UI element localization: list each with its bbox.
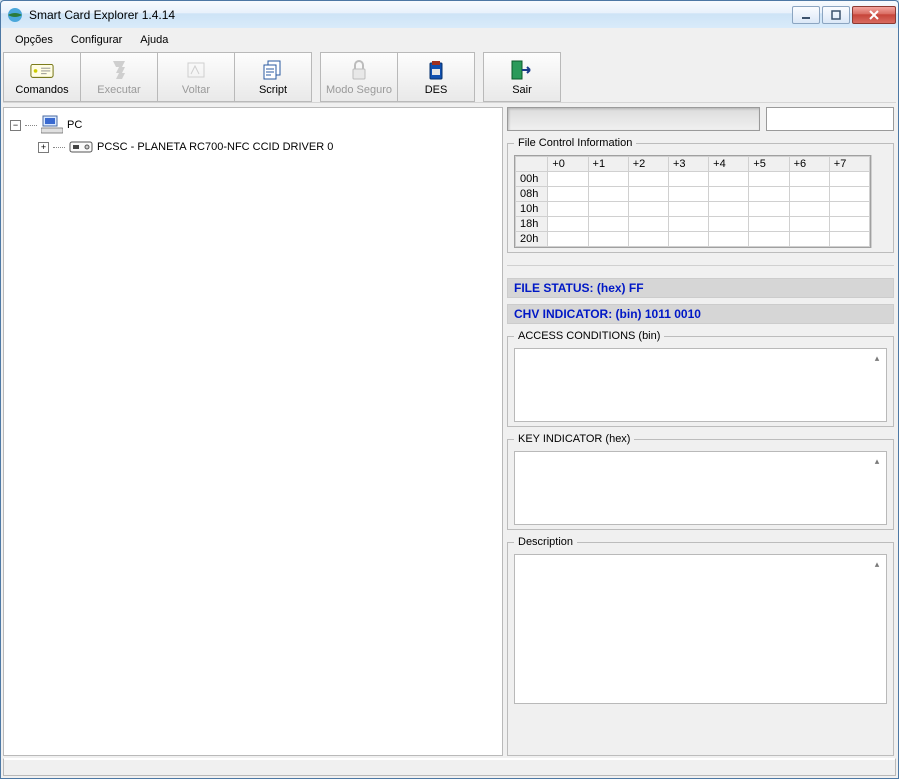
address-input[interactable] (766, 107, 894, 131)
fci-row: 08h (516, 187, 870, 202)
description-text[interactable]: ▴ (514, 554, 887, 704)
tree-root-label: PC (67, 119, 82, 131)
fci-h7: +6 (789, 157, 829, 172)
commands-icon (30, 58, 54, 82)
details-panel: File Control Information +0 +1 +2 +3 +4 (507, 107, 896, 756)
fci-h1: +0 (548, 157, 588, 172)
tree-panel[interactable]: − PC + PCSC - PLANETA RC700-NFC CCID DRI… (3, 107, 503, 756)
script-icon (261, 58, 285, 82)
fci-row: 18h (516, 217, 870, 232)
run-icon (107, 58, 131, 82)
toolbar-sair-label: Sair (512, 84, 532, 96)
key-indicator-text[interactable]: ▴ (514, 451, 887, 525)
fci-h8: +7 (829, 157, 869, 172)
fci-row: 00h (516, 172, 870, 187)
access-conditions-group: ACCESS CONDITIONS (bin) ▴ (507, 330, 894, 427)
fci-h0 (516, 157, 548, 172)
scroll-up-icon[interactable]: ▴ (870, 454, 884, 468)
toolbar-script[interactable]: Script (234, 52, 312, 102)
key-indicator-group: KEY INDICATOR (hex) ▴ (507, 433, 894, 530)
fci-row: 20h (516, 232, 870, 247)
tree-collapse-icon[interactable]: − (10, 120, 21, 131)
fci-legend: File Control Information (514, 137, 636, 149)
path-display (507, 107, 760, 131)
fci-h2: +1 (588, 157, 628, 172)
fci-scrollbar[interactable] (871, 155, 887, 248)
key-indicator-legend: KEY INDICATOR (hex) (514, 433, 634, 445)
toolbar-comandos-label: Comandos (15, 84, 68, 96)
scroll-up-icon[interactable]: ▴ (870, 351, 884, 365)
close-button[interactable] (852, 6, 896, 24)
access-conditions-legend: ACCESS CONDITIONS (bin) (514, 330, 664, 342)
fci-group: File Control Information +0 +1 +2 +3 +4 (507, 137, 894, 253)
toolbar-comandos[interactable]: Comandos (3, 52, 81, 102)
toolbar-script-label: Script (259, 84, 287, 96)
menu-options[interactable]: Opções (7, 32, 61, 48)
toolbar-executar[interactable]: Executar (80, 52, 158, 102)
fci-row: 10h (516, 202, 870, 217)
toolbar-executar-label: Executar (97, 84, 140, 96)
toolbar-seguro-label: Modo Seguro (326, 84, 392, 96)
toolbar-sair[interactable]: Sair (483, 52, 561, 102)
menu-bar: Opções Configurar Ajuda (3, 30, 896, 50)
window-title: Smart Card Explorer 1.4.14 (29, 8, 792, 22)
fci-h5: +4 (709, 157, 749, 172)
menu-configure[interactable]: Configurar (63, 32, 130, 48)
des-icon (424, 58, 448, 82)
window-body: Opções Configurar Ajuda Comandos Executa… (0, 28, 899, 779)
toolbar-des[interactable]: DES (397, 52, 475, 102)
secure-icon (347, 58, 371, 82)
fci-h4: +3 (668, 157, 708, 172)
toolbar-voltar-label: Voltar (182, 84, 210, 96)
file-status-bar: FILE STATUS: (hex) FF (507, 278, 894, 298)
status-bar (3, 758, 896, 776)
exit-icon (510, 58, 534, 82)
tree-root-row[interactable]: − PC (10, 114, 496, 136)
back-icon (184, 58, 208, 82)
maximize-button[interactable] (822, 6, 850, 24)
minimize-button[interactable] (792, 6, 820, 24)
scroll-up-icon[interactable]: ▴ (870, 557, 884, 571)
tree-child-label: PCSC - PLANETA RC700-NFC CCID DRIVER 0 (97, 141, 333, 153)
pc-icon (41, 114, 63, 137)
description-group: Description ▴ (507, 536, 894, 756)
toolbar: Comandos Executar Voltar Script (3, 52, 896, 102)
reader-icon (69, 137, 93, 158)
title-bar: Smart Card Explorer 1.4.14 (0, 0, 899, 28)
tree-child-row[interactable]: + PCSC - PLANETA RC700-NFC CCID DRIVER 0 (38, 136, 496, 158)
menu-help[interactable]: Ajuda (132, 32, 176, 48)
tree-expand-icon[interactable]: + (38, 142, 49, 153)
toolbar-des-label: DES (425, 84, 448, 96)
toolbar-voltar[interactable]: Voltar (157, 52, 235, 102)
chv-indicator-bar: CHV INDICATOR: (bin) 1011 0010 (507, 304, 894, 324)
fci-h6: +5 (749, 157, 789, 172)
app-icon (7, 7, 23, 23)
fci-header-row: +0 +1 +2 +3 +4 +5 +6 +7 (516, 157, 870, 172)
description-legend: Description (514, 536, 577, 548)
fci-h3: +2 (628, 157, 668, 172)
fci-table[interactable]: +0 +1 +2 +3 +4 +5 +6 +7 00h (515, 156, 870, 247)
access-conditions-text[interactable]: ▴ (514, 348, 887, 422)
toolbar-modo-seguro[interactable]: Modo Seguro (320, 52, 398, 102)
